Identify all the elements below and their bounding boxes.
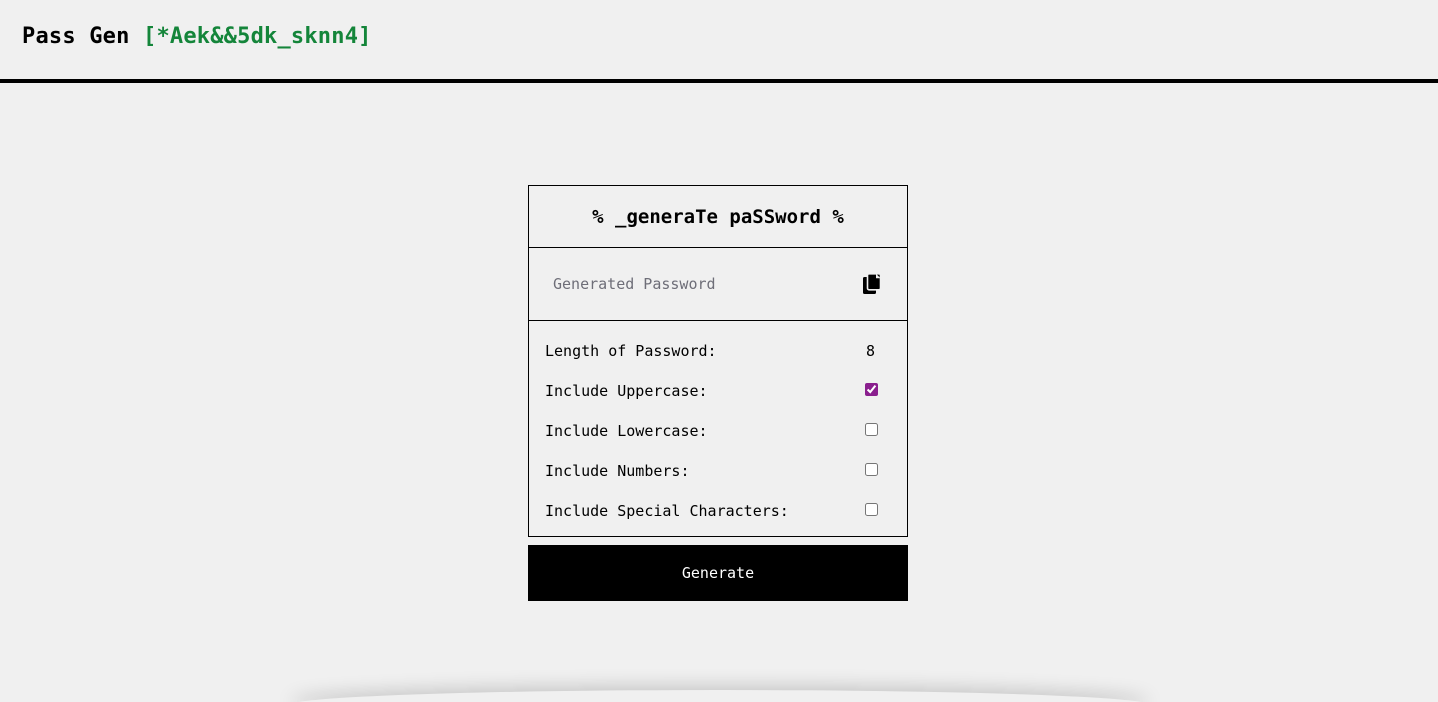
- copy-icon[interactable]: [863, 273, 885, 295]
- lowercase-label: Include Lowercase:: [545, 422, 708, 440]
- generate-button[interactable]: Generate: [528, 545, 908, 601]
- options-list: Length of Password: 8 Include Uppercase:…: [529, 321, 907, 538]
- top-bar: Pass Gen [*Aek&&5dk_sknn4]: [0, 0, 1438, 83]
- special-checkbox[interactable]: [865, 503, 878, 516]
- app-title: Pass Gen: [22, 24, 130, 49]
- option-numbers: Include Numbers:: [529, 458, 907, 498]
- password-card: % _generaTe paSSword % Length of Passwor…: [528, 185, 908, 537]
- special-label: Include Special Characters:: [545, 502, 789, 520]
- option-length: Length of Password: 8: [529, 338, 907, 378]
- app-page: Pass Gen [*Aek&&5dk_sknn4] % _generaTe p…: [0, 0, 1438, 702]
- generated-password-field[interactable]: [545, 266, 845, 302]
- brand: Pass Gen [*Aek&&5dk_sknn4]: [22, 24, 372, 49]
- numbers-label: Include Numbers:: [545, 462, 690, 480]
- option-lowercase: Include Lowercase:: [529, 418, 907, 458]
- option-uppercase: Include Uppercase:: [529, 378, 907, 418]
- numbers-checkbox[interactable]: [865, 463, 878, 476]
- uppercase-label: Include Uppercase:: [545, 382, 708, 400]
- lowercase-checkbox[interactable]: [865, 423, 878, 436]
- length-label: Length of Password:: [545, 342, 717, 360]
- length-value[interactable]: 8: [866, 342, 875, 360]
- option-special: Include Special Characters:: [529, 498, 907, 538]
- brand-tagline: [*Aek&&5dk_sknn4]: [143, 24, 372, 49]
- card-title: % _generaTe paSSword %: [529, 186, 907, 248]
- bottom-shadow: [290, 690, 1150, 702]
- uppercase-checkbox[interactable]: [865, 383, 878, 396]
- password-row: [529, 248, 907, 321]
